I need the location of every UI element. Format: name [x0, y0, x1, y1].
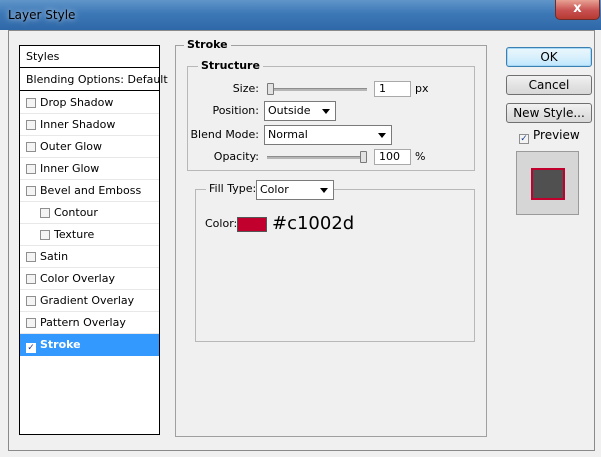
- opacity-slider-track[interactable]: [267, 156, 367, 159]
- style-item-label: Pattern Overlay: [40, 316, 126, 329]
- size-slider-track[interactable]: [267, 88, 367, 91]
- checkbox[interactable]: [26, 142, 36, 152]
- style-item[interactable]: Drop Shadow: [20, 92, 159, 114]
- dialog-body: Styles Blending Options: Default Drop Sh…: [8, 30, 595, 451]
- checkbox[interactable]: [26, 98, 36, 108]
- styles-header[interactable]: Styles: [20, 46, 159, 68]
- preview-thumbnail: [516, 151, 579, 215]
- preview-label: Preview: [533, 128, 580, 142]
- cancel-button[interactable]: Cancel: [506, 75, 592, 95]
- style-item[interactable]: Contour: [20, 202, 159, 224]
- style-item[interactable]: Color Overlay: [20, 268, 159, 290]
- opacity-label: Opacity:: [213, 150, 259, 163]
- style-item[interactable]: Outer Glow: [20, 136, 159, 158]
- checkbox[interactable]: [26, 120, 36, 130]
- chevron-down-icon: [320, 188, 328, 193]
- preview-square: [531, 168, 565, 200]
- checkmark-icon[interactable]: ✓: [26, 343, 36, 353]
- fill-type-select[interactable]: Color: [256, 180, 334, 200]
- title-bar: Layer Style x: [0, 0, 601, 30]
- window-title: Layer Style: [8, 8, 76, 22]
- style-item-label: Drop Shadow: [40, 96, 114, 109]
- stroke-panel: Stroke Structure Size: 1 px Position: Ou…: [175, 38, 487, 437]
- style-item[interactable]: ✓ Stroke: [20, 334, 159, 356]
- style-item[interactable]: Texture: [20, 224, 159, 246]
- style-item-label: Gradient Overlay: [40, 294, 135, 307]
- style-item[interactable]: Bevel and Emboss: [20, 180, 159, 202]
- style-item[interactable]: Pattern Overlay: [20, 312, 159, 334]
- checkbox[interactable]: [26, 252, 36, 262]
- new-style-button[interactable]: New Style...: [506, 103, 592, 123]
- blend-mode-select[interactable]: Normal: [264, 125, 392, 145]
- style-item-label: Bevel and Emboss: [40, 184, 142, 197]
- checkbox[interactable]: [26, 274, 36, 284]
- checkbox[interactable]: [40, 208, 50, 218]
- checkbox[interactable]: [26, 164, 36, 174]
- checkbox[interactable]: [26, 186, 36, 196]
- fill-type-label: Fill Type:: [206, 182, 260, 195]
- opacity-input[interactable]: 100: [374, 149, 411, 165]
- position-label: Position:: [212, 104, 259, 117]
- color-swatch[interactable]: [237, 217, 267, 232]
- style-item-label: Outer Glow: [40, 140, 103, 153]
- ok-button[interactable]: OK: [506, 47, 592, 67]
- style-item-label: Contour: [54, 206, 98, 219]
- checkbox[interactable]: [40, 230, 50, 240]
- preview-toggle[interactable]: ✓ Preview: [519, 128, 580, 144]
- close-button[interactable]: x: [555, 0, 600, 20]
- structure-title: Structure: [198, 59, 263, 72]
- color-hex: #c1002d: [272, 213, 355, 234]
- blending-options-item[interactable]: Blending Options: Default: [20, 69, 168, 91]
- size-slider-thumb[interactable]: [267, 83, 274, 95]
- style-item[interactable]: Inner Shadow: [20, 114, 159, 136]
- fill-type-group: Fill Type: Color Color: #c1002d: [195, 180, 475, 342]
- style-item-label: Satin: [40, 250, 69, 263]
- style-item-label: Texture: [54, 228, 95, 241]
- checkbox[interactable]: [26, 296, 36, 306]
- style-item[interactable]: Gradient Overlay: [20, 290, 159, 312]
- position-select[interactable]: Outside: [264, 101, 336, 121]
- preview-checkbox[interactable]: ✓: [519, 134, 529, 144]
- opacity-slider-thumb[interactable]: [360, 151, 367, 163]
- style-item-label: Inner Glow: [40, 162, 100, 175]
- size-unit: px: [415, 82, 429, 95]
- style-item[interactable]: Satin: [20, 246, 159, 268]
- checkbox[interactable]: [26, 318, 36, 328]
- stroke-section-title: Stroke: [184, 38, 231, 51]
- color-label: Color:: [205, 217, 238, 230]
- styles-list: Styles Blending Options: Default Drop Sh…: [19, 45, 168, 435]
- blend-mode-label: Blend Mode:: [190, 128, 260, 141]
- structure-group: Structure Size: 1 px Position: Outside B…: [187, 59, 475, 171]
- style-item[interactable]: Inner Glow: [20, 158, 159, 180]
- opacity-unit: %: [415, 150, 426, 163]
- style-item-label: Stroke: [40, 338, 81, 351]
- size-input[interactable]: 1: [374, 81, 411, 97]
- style-item-label: Inner Shadow: [40, 118, 116, 131]
- chevron-down-icon: [322, 109, 330, 114]
- chevron-down-icon: [378, 133, 386, 138]
- size-label: Size:: [232, 82, 259, 95]
- style-item-label: Color Overlay: [40, 272, 115, 285]
- close-icon: x: [573, 1, 582, 16]
